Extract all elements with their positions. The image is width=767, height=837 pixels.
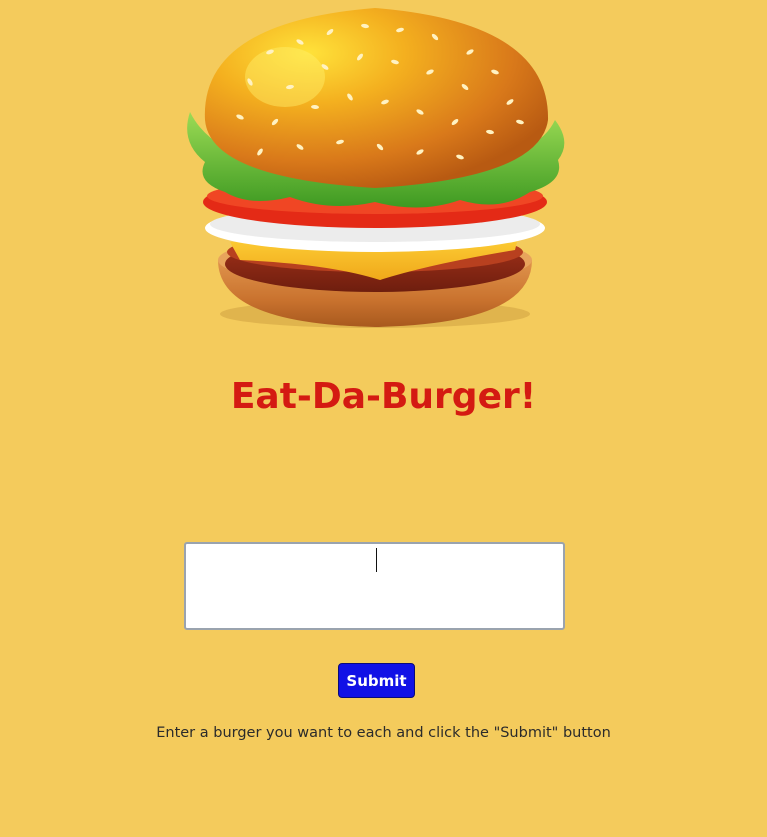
instruction-text: Enter a burger you want to each and clic… — [156, 725, 611, 741]
burger-icon — [187, 8, 565, 328]
submit-button[interactable]: Submit — [338, 663, 415, 698]
burger-image — [180, 2, 570, 337]
page: Eat-Da-Burger! Submit Enter a burger you… — [0, 0, 767, 837]
burger-name-input[interactable] — [184, 542, 565, 630]
page-title: Eat-Da-Burger! — [230, 376, 537, 417]
text-cursor — [376, 548, 377, 572]
